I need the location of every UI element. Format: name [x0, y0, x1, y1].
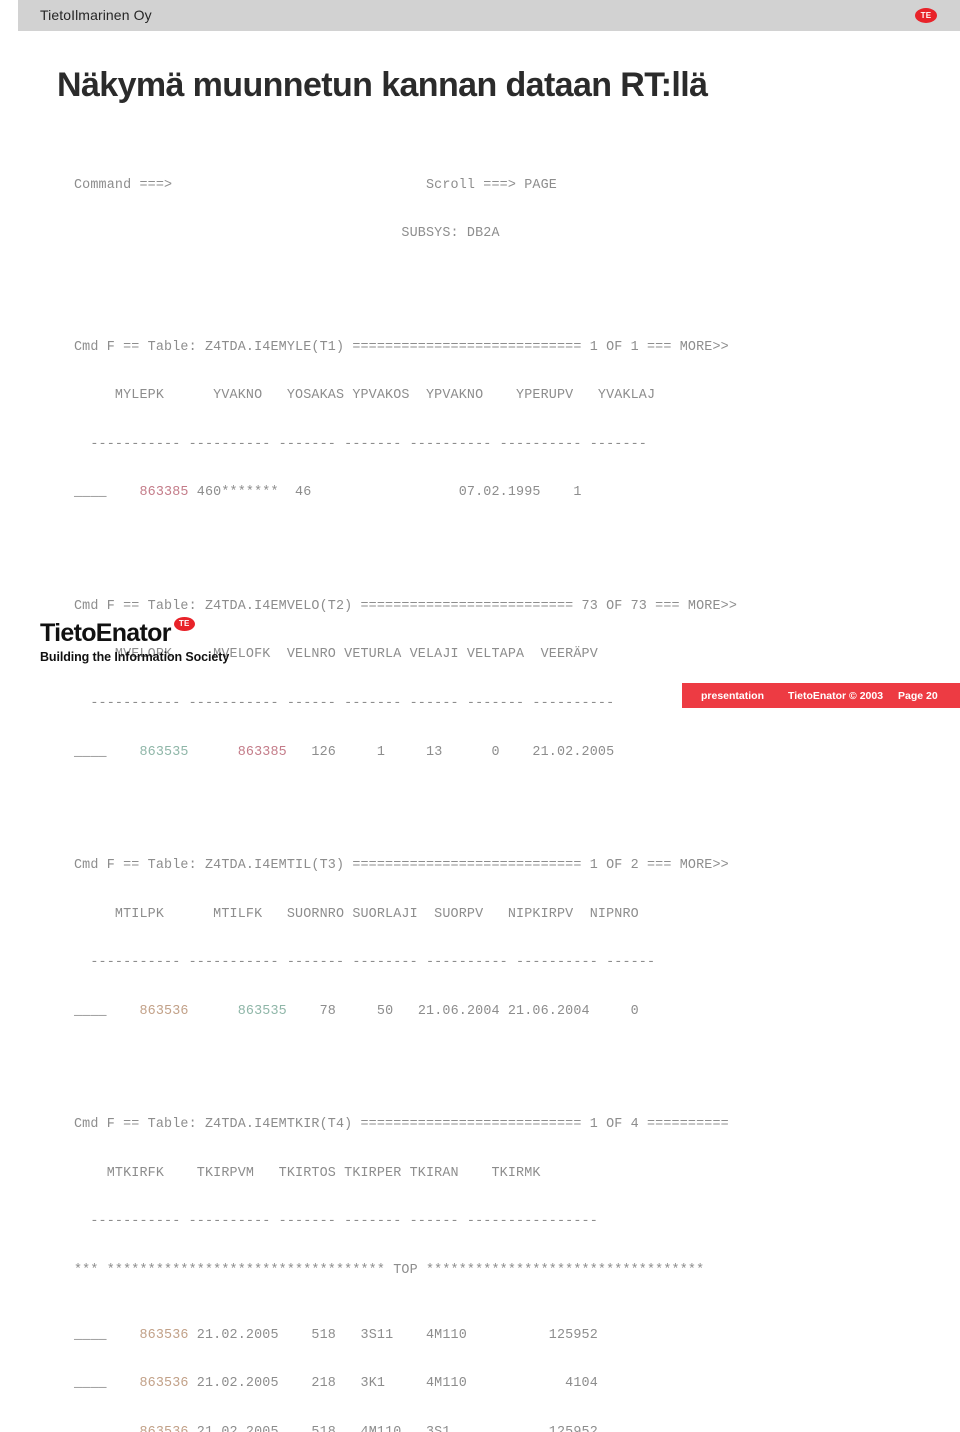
terminal-column-names-t3: MTILPK MTILFK SUORNRO SUORLAJI SUORPV NI… — [74, 906, 639, 922]
te-logo-icon: TE — [915, 8, 937, 23]
footer-copyright-label: TietoEnator © 2003 — [788, 690, 884, 702]
brand-name: TietoEnator TE — [40, 617, 195, 647]
tietoenator-logo: TietoEnator TE Building the Information … — [40, 617, 230, 664]
key-value-mtkirfk: 863536 — [107, 1425, 189, 1432]
terminal-top-marker: *** ********************************** T… — [74, 1262, 705, 1278]
terminal-spacer — [74, 534, 936, 550]
row-rest-t2: 126 1 13 0 21.02.2005 — [286, 744, 615, 760]
row-rest-t4: 21.02.2005 518 3S11 4M110 125952 — [188, 1327, 598, 1343]
terminal-column-names-t4: MTKIRFK TKIRPVM TKIRTOS TKIRPER TKIRAN T… — [74, 1165, 541, 1181]
row-select-field[interactable]: ____ — [74, 1425, 107, 1432]
terminal-line-command: Command ===> Scroll ===> PAGE — [74, 177, 557, 193]
terminal-spacer — [74, 275, 936, 291]
key-value-mvelopk: 863535 — [106, 744, 189, 760]
row-select-field[interactable]: ____ — [74, 1328, 107, 1343]
footer-presentation-label: presentation — [701, 690, 765, 702]
terminal-data-row-t4: ____ 863536 21.02.2005 518 4M110 3S1 125… — [74, 1425, 936, 1432]
company-name: TietoIlmarinen Oy — [40, 7, 152, 23]
terminal-data-row-t4: ____ 863536 21.02.2005 518 3S11 4M110 12… — [74, 1328, 936, 1344]
footer-bar: presentation TietoEnator © 2003 Page 20 — [682, 683, 960, 708]
row-select-field[interactable]: ____ — [74, 485, 107, 500]
terminal-data-row-t3: ____ 863536 863535 78 50 21.06.2004 21.0… — [74, 1004, 936, 1020]
row-select-field[interactable]: ____ — [74, 745, 107, 760]
key-value-mtkirfk: 863536 — [106, 1327, 189, 1343]
te-logo-icon: TE — [173, 617, 195, 631]
terminal-spacer — [74, 1052, 936, 1068]
row-rest-t3: 78 50 21.06.2004 21.06.2004 0 — [286, 1003, 639, 1019]
terminal-spacer — [74, 793, 936, 809]
brand-name-text: TietoEnator — [40, 619, 171, 647]
terminal-line-subsys: SUBSYS: DB2A — [74, 226, 500, 242]
terminal-column-rule-t1: ----------- ---------- ------- ------- -… — [74, 436, 647, 452]
row-gap-t2 — [189, 745, 238, 760]
terminal-data-row-t4: ____ 863536 21.02.2005 218 3K1 4M110 410… — [74, 1376, 936, 1392]
brand-tagline: Building the Information Society — [40, 650, 230, 664]
terminal-column-rule-t3: ----------- ----------- ------- --------… — [74, 955, 656, 971]
terminal-column-names-t1: MYLEPK YVAKNO YOSAKAS YPVAKOS YPVAKNO YP… — [74, 388, 656, 404]
key-value-mylepk: 863385 — [106, 485, 189, 501]
row-select-field[interactable]: ____ — [74, 1004, 107, 1019]
terminal-table-header-t2: Cmd F == Table: Z4TDA.I4EMVELO(T2) =====… — [74, 598, 738, 614]
row-select-field[interactable]: ____ — [74, 1376, 107, 1391]
terminal-table-header-t1: Cmd F == Table: Z4TDA.I4EMYLE(T1) ======… — [74, 339, 729, 355]
terminal-data-row-t2: ____ 863535 863385 126 1 13 0 21.02.2005 — [74, 745, 936, 761]
page-title: Näkymä muunnetun kannan dataan RT:llä — [57, 66, 708, 104]
row-rest-t4: 21.02.2005 218 3K1 4M110 4104 — [188, 1376, 598, 1392]
key-value-mvelofk: 863385 — [237, 744, 287, 760]
key-value-mtkirfk: 863536 — [106, 1376, 189, 1392]
row-rest-t1: 460******* 46 07.02.1995 1 — [188, 485, 582, 501]
terminal-table-header-t4: Cmd F == Table: Z4TDA.I4EMTKIR(T4) =====… — [74, 1117, 729, 1133]
terminal-data-row-t1: ____ 863385 460******* 46 07.02.1995 1 — [74, 485, 936, 501]
terminal-column-rule-t4: ----------- ---------- ------- ------- -… — [74, 1214, 598, 1230]
top-header-band: TietoIlmarinen Oy TE — [18, 0, 960, 31]
terminal-screen: Command ===> Scroll ===> PAGE SUBSYS: DB… — [74, 129, 936, 1432]
footer-page-number: Page 20 — [898, 690, 938, 702]
key-value-mtilpk: 863536 — [106, 1003, 189, 1019]
row-gap-t3 — [189, 1004, 238, 1019]
row-rest-t4: 21.02.2005 518 4M110 3S1 125952 — [189, 1425, 598, 1432]
key-value-mtilfk: 863535 — [237, 1003, 287, 1019]
terminal-table-header-t3: Cmd F == Table: Z4TDA.I4EMTIL(T3) ======… — [74, 857, 729, 873]
